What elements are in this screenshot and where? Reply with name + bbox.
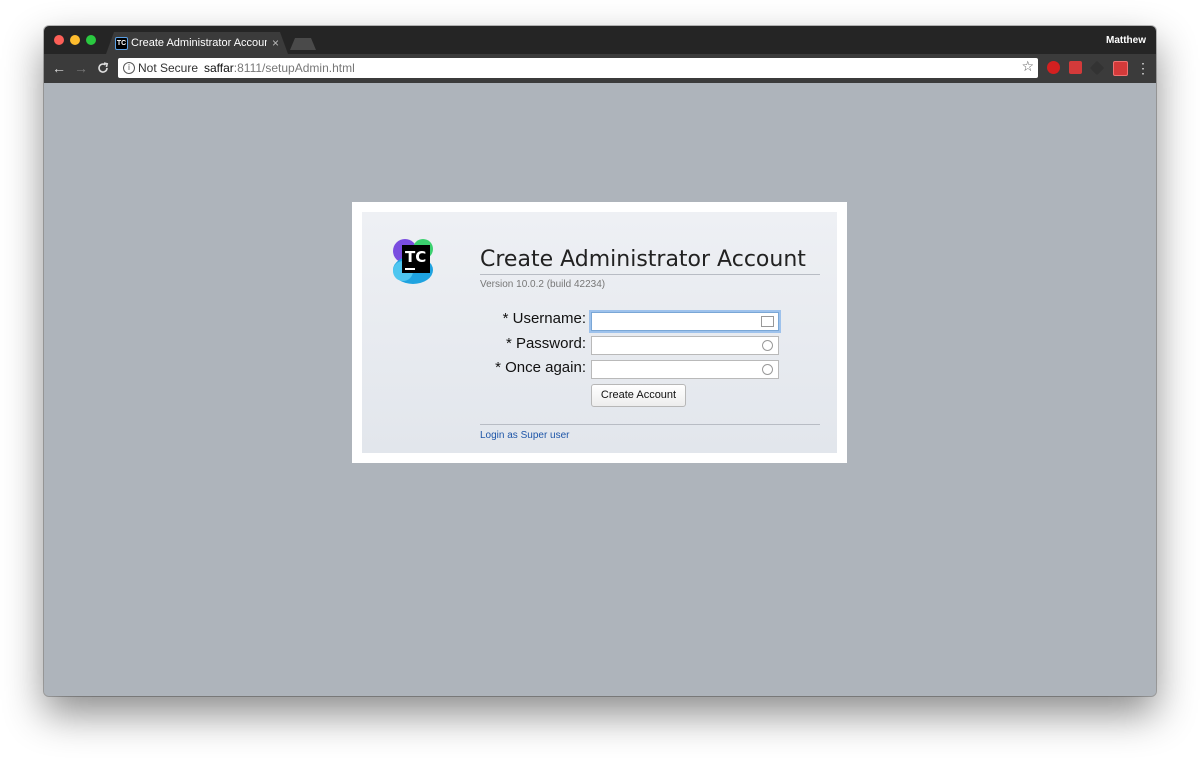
- password-input[interactable]: [591, 336, 779, 355]
- close-window-button[interactable]: [54, 35, 64, 45]
- version-text: Version 10.0.2 (build 42234): [480, 279, 606, 290]
- logo-text: TC: [405, 248, 427, 266]
- url-path: :8111/setupAdmin.html: [233, 61, 355, 75]
- extension-pen-icon[interactable]: [1089, 60, 1105, 76]
- super-user-login-link[interactable]: Login as Super user: [480, 430, 570, 441]
- setup-card: TC Create Administrator Account Version …: [352, 202, 847, 463]
- url-text[interactable]: saffar:8111/setupAdmin.html: [204, 61, 355, 75]
- browser-toolbar: ← → i Not Secure saffar:8111/setupAdmin.…: [44, 54, 1156, 83]
- username-input[interactable]: [591, 312, 779, 331]
- extension-g-icon[interactable]: [1113, 61, 1128, 76]
- browser-tab[interactable]: TC Create Administrator Account ×: [106, 32, 288, 54]
- back-arrow-icon[interactable]: ←: [52, 60, 66, 76]
- password-label: * Password:: [505, 335, 586, 352]
- page-title: Create Administrator Account: [480, 247, 820, 275]
- create-account-button[interactable]: Create Account: [591, 384, 686, 407]
- browser-menu-icon[interactable]: ⋮: [1136, 60, 1150, 77]
- tab-close-icon[interactable]: ×: [272, 36, 279, 50]
- reload-icon[interactable]: [97, 60, 109, 77]
- new-tab-button[interactable]: [290, 38, 316, 50]
- teamcity-logo: TC: [391, 237, 441, 287]
- bookmark-star-icon[interactable]: ☆: [1021, 59, 1034, 75]
- key-icon[interactable]: [762, 364, 773, 375]
- maximize-window-button[interactable]: [86, 35, 96, 45]
- extension-shield-icon[interactable]: [1047, 61, 1060, 74]
- teamcity-favicon-icon: TC: [115, 37, 128, 50]
- security-indicator[interactable]: Not Secure: [138, 61, 198, 75]
- confirm-password-label: * Once again:: [495, 359, 586, 376]
- setup-panel: TC Create Administrator Account Version …: [362, 212, 837, 453]
- username-label: * Username:: [502, 310, 586, 327]
- info-icon[interactable]: i: [123, 62, 135, 74]
- tab-title: Create Administrator Account: [131, 37, 267, 49]
- extension-red-icon[interactable]: [1069, 61, 1082, 74]
- minimize-window-button[interactable]: [70, 35, 80, 45]
- confirm-password-input[interactable]: [591, 360, 779, 379]
- key-icon[interactable]: [762, 340, 773, 351]
- address-bar[interactable]: i Not Secure saffar:8111/setupAdmin.html…: [118, 58, 1038, 78]
- forward-arrow-icon[interactable]: →: [74, 60, 88, 76]
- browser-window: TC Create Administrator Account × Matthe…: [44, 26, 1156, 696]
- contact-card-icon[interactable]: [761, 316, 774, 327]
- divider: [480, 424, 820, 425]
- page-content: TC Create Administrator Account Version …: [44, 83, 1156, 696]
- url-host: saffar: [204, 61, 234, 75]
- title-bar: TC Create Administrator Account × Matthe…: [44, 26, 1156, 54]
- profile-name[interactable]: Matthew: [1106, 35, 1146, 46]
